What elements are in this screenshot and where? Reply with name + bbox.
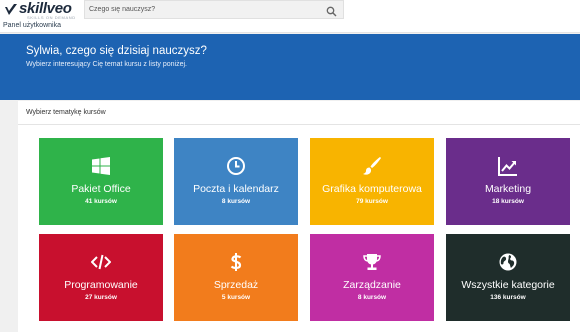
tile-name: Sprzedaż bbox=[213, 279, 259, 291]
tile-count: 27 kursów bbox=[85, 294, 117, 301]
category-tile-poczta-i-kalendarz[interactable]: Poczta i kalendarz 8 kursów bbox=[174, 138, 298, 225]
search-input[interactable] bbox=[89, 1, 319, 18]
tile-name: Wszystkie kategorie bbox=[461, 279, 555, 291]
code-icon bbox=[91, 252, 111, 272]
globe-icon bbox=[498, 252, 518, 272]
user-panel-link[interactable]: Panel użytkownika bbox=[3, 22, 61, 29]
tile-count: 18 kursów bbox=[492, 198, 524, 205]
tile-name: Pakiet Office bbox=[71, 183, 131, 195]
tile-name: Marketing bbox=[484, 183, 532, 195]
search-icon[interactable] bbox=[326, 4, 337, 17]
skillveo-logo[interactable]: skillveo SKILLS ON DEMAND bbox=[4, 1, 76, 20]
category-tile-pakiet-office[interactable]: Pakiet Office 41 kursów bbox=[39, 138, 163, 225]
tile-count: 41 kursów bbox=[85, 198, 117, 205]
sub-navigation: Panel użytkownika bbox=[0, 20, 580, 33]
logo-check-icon bbox=[4, 3, 18, 17]
search-box bbox=[84, 0, 344, 19]
tile-name: Zarządzanie bbox=[343, 279, 401, 291]
tile-count: 79 kursów bbox=[356, 198, 388, 205]
panel-header: Wybierz tematykę kursów bbox=[18, 101, 580, 125]
category-tile-zarzadzanie[interactable]: Zarządzanie 8 kursów bbox=[310, 234, 434, 321]
category-tile-wszystkie-kategorie[interactable]: Wszystkie kategorie 136 kursów bbox=[446, 234, 570, 321]
line-chart-icon bbox=[498, 156, 518, 176]
tile-name: Poczta i kalendarz bbox=[193, 183, 279, 195]
tile-count: 8 kursów bbox=[357, 294, 387, 301]
tile-count: 5 kursów bbox=[221, 294, 251, 301]
category-tile-programowanie[interactable]: Programowanie 27 kursów bbox=[39, 234, 163, 321]
panel-title: Wybierz tematykę kursów bbox=[26, 109, 106, 116]
windows-icon bbox=[91, 156, 111, 176]
paintbrush-icon bbox=[362, 156, 382, 176]
tile-name: Programowanie bbox=[64, 279, 138, 291]
logo-text: skillveo bbox=[19, 0, 72, 17]
greeting-subtitle: Wybierz interesujący Cię temat kursu z l… bbox=[26, 61, 187, 68]
welcome-banner: Sylwia, czego się dzisiaj nauczysz? Wybi… bbox=[0, 34, 580, 100]
category-tile-grafika-komputerowa[interactable]: Grafika komputerowa 79 kursów bbox=[310, 138, 434, 225]
tile-count: 8 kursów bbox=[221, 198, 251, 205]
clock-icon bbox=[226, 156, 246, 176]
dollar-icon bbox=[226, 252, 246, 272]
tile-name: Grafika komputerowa bbox=[322, 183, 422, 195]
category-tile-marketing[interactable]: Marketing 18 kursów bbox=[446, 138, 570, 225]
category-tile-sprzedaz[interactable]: Sprzedaż 5 kursów bbox=[174, 234, 298, 321]
greeting-heading: Sylwia, czego się dzisiaj nauczysz? bbox=[26, 45, 207, 57]
trophy-icon bbox=[362, 252, 382, 272]
top-bar: skillveo SKILLS ON DEMAND bbox=[0, 0, 580, 20]
tile-count: 136 kursów bbox=[490, 294, 526, 301]
